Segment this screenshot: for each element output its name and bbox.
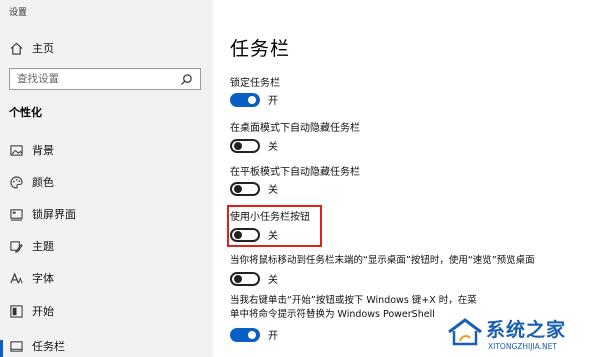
setting-autohide-tablet-label: 在平板模式下自动隐藏任务栏 (230, 167, 360, 178)
sidebar-item-label: 锁屏界面 (32, 208, 76, 221)
sidebar-item-lock-screen[interactable]: 锁屏界面 (0, 201, 213, 227)
setting-peek-label: 当你将鼠标移动到任务栏末端的“显示桌面”按钮时，使用“速览”预览桌面 (230, 255, 535, 266)
search-box[interactable] (9, 68, 201, 90)
taskbar-icon (9, 339, 23, 353)
toggle-knob (234, 141, 242, 150)
sidebar-item-label: 任务栏 (32, 340, 65, 353)
sidebar-item-background[interactable]: 背景 (0, 137, 213, 163)
toggle-switch[interactable] (230, 327, 260, 342)
sidebar-item-label: 字体 (32, 272, 54, 285)
toggle-knob (234, 274, 242, 283)
sidebar-item-label: 开始 (32, 305, 54, 318)
toggle-knob (234, 184, 242, 193)
watermark-text: 系统之家 (486, 319, 567, 341)
house-logo-icon (448, 318, 482, 346)
main-panel: 任务栏 锁定任务栏 开 在桌面模式下自动隐藏任务栏 关 在平板模式下自动隐藏任务… (213, 0, 600, 357)
home-icon (9, 41, 23, 55)
toggle-state-label: 关 (268, 142, 278, 153)
page-title: 任务栏 (230, 38, 291, 60)
toggle-switch[interactable] (230, 92, 260, 107)
highlight-box (227, 205, 322, 247)
toggle-switch[interactable] (230, 181, 260, 196)
sidebar-item-taskbar[interactable]: 任务栏 (0, 333, 213, 357)
palette-icon (9, 175, 23, 189)
sidebar-item-label: 颜色 (32, 176, 54, 189)
setting-peek: 关 (230, 271, 278, 286)
lock-screen-icon (9, 207, 23, 221)
setting-lock-taskbar: 开 (230, 92, 278, 107)
sidebar-item-colors[interactable]: 颜色 (0, 169, 213, 195)
toggle-state-label: 关 (268, 275, 278, 286)
toggle-switch[interactable] (230, 271, 260, 286)
search-input[interactable] (17, 73, 177, 85)
sidebar-item-start[interactable]: 开始 (0, 298, 213, 324)
watermark: 系统之家 XITONGZHIJIA.NET (446, 315, 596, 355)
sidebar-item-label: 主题 (32, 240, 54, 253)
sidebar-item-themes[interactable]: 主题 (0, 233, 213, 259)
start-icon (9, 304, 23, 318)
toggle-state-label: 开 (268, 331, 278, 342)
sidebar-item-label: 主页 (32, 42, 54, 55)
setting-autohide-desktop: 关 (230, 138, 278, 153)
setting-autohide-tablet: 关 (230, 181, 278, 196)
window-title: 设置 (9, 8, 28, 18)
toggle-switch[interactable] (230, 138, 260, 153)
sidebar-item-home[interactable]: 主页 (0, 35, 213, 61)
toggle-state-label: 开 (268, 96, 278, 107)
theme-icon (9, 239, 23, 253)
sidebar: 设置 主页 个性化 背景 颜色 锁屏界面 主题 (0, 0, 213, 357)
image-icon (9, 143, 23, 157)
section-heading: 个性化 (9, 106, 42, 119)
toggle-knob (248, 95, 256, 104)
toggle-state-label: 关 (268, 185, 278, 196)
setting-autohide-desktop-label: 在桌面模式下自动隐藏任务栏 (230, 123, 360, 134)
setting-powershell-label: 当我右键单击“开始”按钮或按下 Windows 键+X 时，在菜单中将命令提示符… (230, 295, 477, 320)
toggle-knob (248, 330, 256, 339)
setting-powershell: 开 (230, 327, 278, 342)
watermark-url: XITONGZHIJIA.NET (488, 342, 557, 351)
font-icon (9, 271, 23, 285)
search-icon[interactable] (180, 73, 193, 86)
sidebar-item-label: 背景 (32, 144, 54, 157)
setting-lock-taskbar-label: 锁定任务栏 (230, 78, 280, 89)
sidebar-item-fonts[interactable]: 字体 (0, 265, 213, 291)
